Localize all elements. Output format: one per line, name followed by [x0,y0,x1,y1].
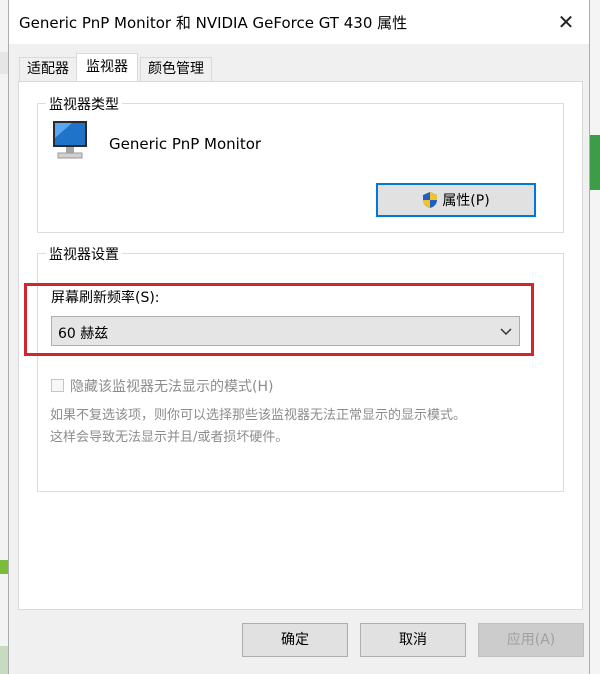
close-button[interactable]: ✕ [543,0,589,44]
hint-text: 如果不复选该项，则你可以选择那些该监视器无法正常显示的显示模式。 这样会导致无法… [50,405,466,449]
monitor-type-group: 监视器类型 Generic PnP Monitor 属性(P) [37,94,564,233]
background-fragment [590,135,600,190]
monitor-name: Generic PnP Monitor [109,135,262,153]
tab-color-management[interactable]: 颜色管理 [140,57,212,81]
properties-button-label: 属性(P) [442,193,490,209]
properties-dialog: Generic PnP Monitor 和 NVIDIA GeForce GT … [8,0,590,674]
background-window-right [590,0,600,674]
title-bar: Generic PnP Monitor 和 NVIDIA GeForce GT … [9,0,589,44]
group-title: 监视器设置 [46,244,122,264]
background-fragment [0,52,8,74]
tab-panel-monitor: 监视器类型 Generic PnP Monitor 属性(P) 监视器设置 屏幕… [18,81,583,610]
apply-button[interactable]: 应用(A) [478,623,584,657]
refresh-rate-value: 60 赫兹 [58,326,109,342]
background-window-left [0,0,8,674]
monitor-settings-group: 监视器设置 屏幕刷新频率(S): 60 赫兹 隐藏该监视器无法显示的模式(H) … [37,244,564,492]
group-title: 监视器类型 [46,94,122,114]
hide-modes-checkbox[interactable] [51,379,64,392]
background-fragment [0,646,8,674]
refresh-rate-select[interactable]: 60 赫兹 [51,316,520,346]
background-fragment [0,560,8,574]
tab-monitor[interactable]: 监视器 [76,53,138,81]
hint-line: 如果不复选该项，则你可以选择那些该监视器无法正常显示的显示模式。 [50,408,467,423]
cancel-button[interactable]: 取消 [360,623,466,657]
monitor-icon [53,121,87,159]
refresh-rate-label: 屏幕刷新频率(S): [51,290,160,306]
hint-line: 这样会导致无法显示并且/或者损坏硬件。 [50,430,289,445]
properties-button[interactable]: 属性(P) [376,183,536,217]
uac-shield-icon [423,192,438,208]
hide-modes-label: 隐藏该监视器无法显示的模式(H) [70,379,274,395]
chevron-down-icon [500,328,512,336]
ok-button[interactable]: 确定 [242,623,348,657]
window-title: Generic PnP Monitor 和 NVIDIA GeForce GT … [19,14,408,32]
tab-adapter[interactable]: 适配器 [19,57,77,81]
